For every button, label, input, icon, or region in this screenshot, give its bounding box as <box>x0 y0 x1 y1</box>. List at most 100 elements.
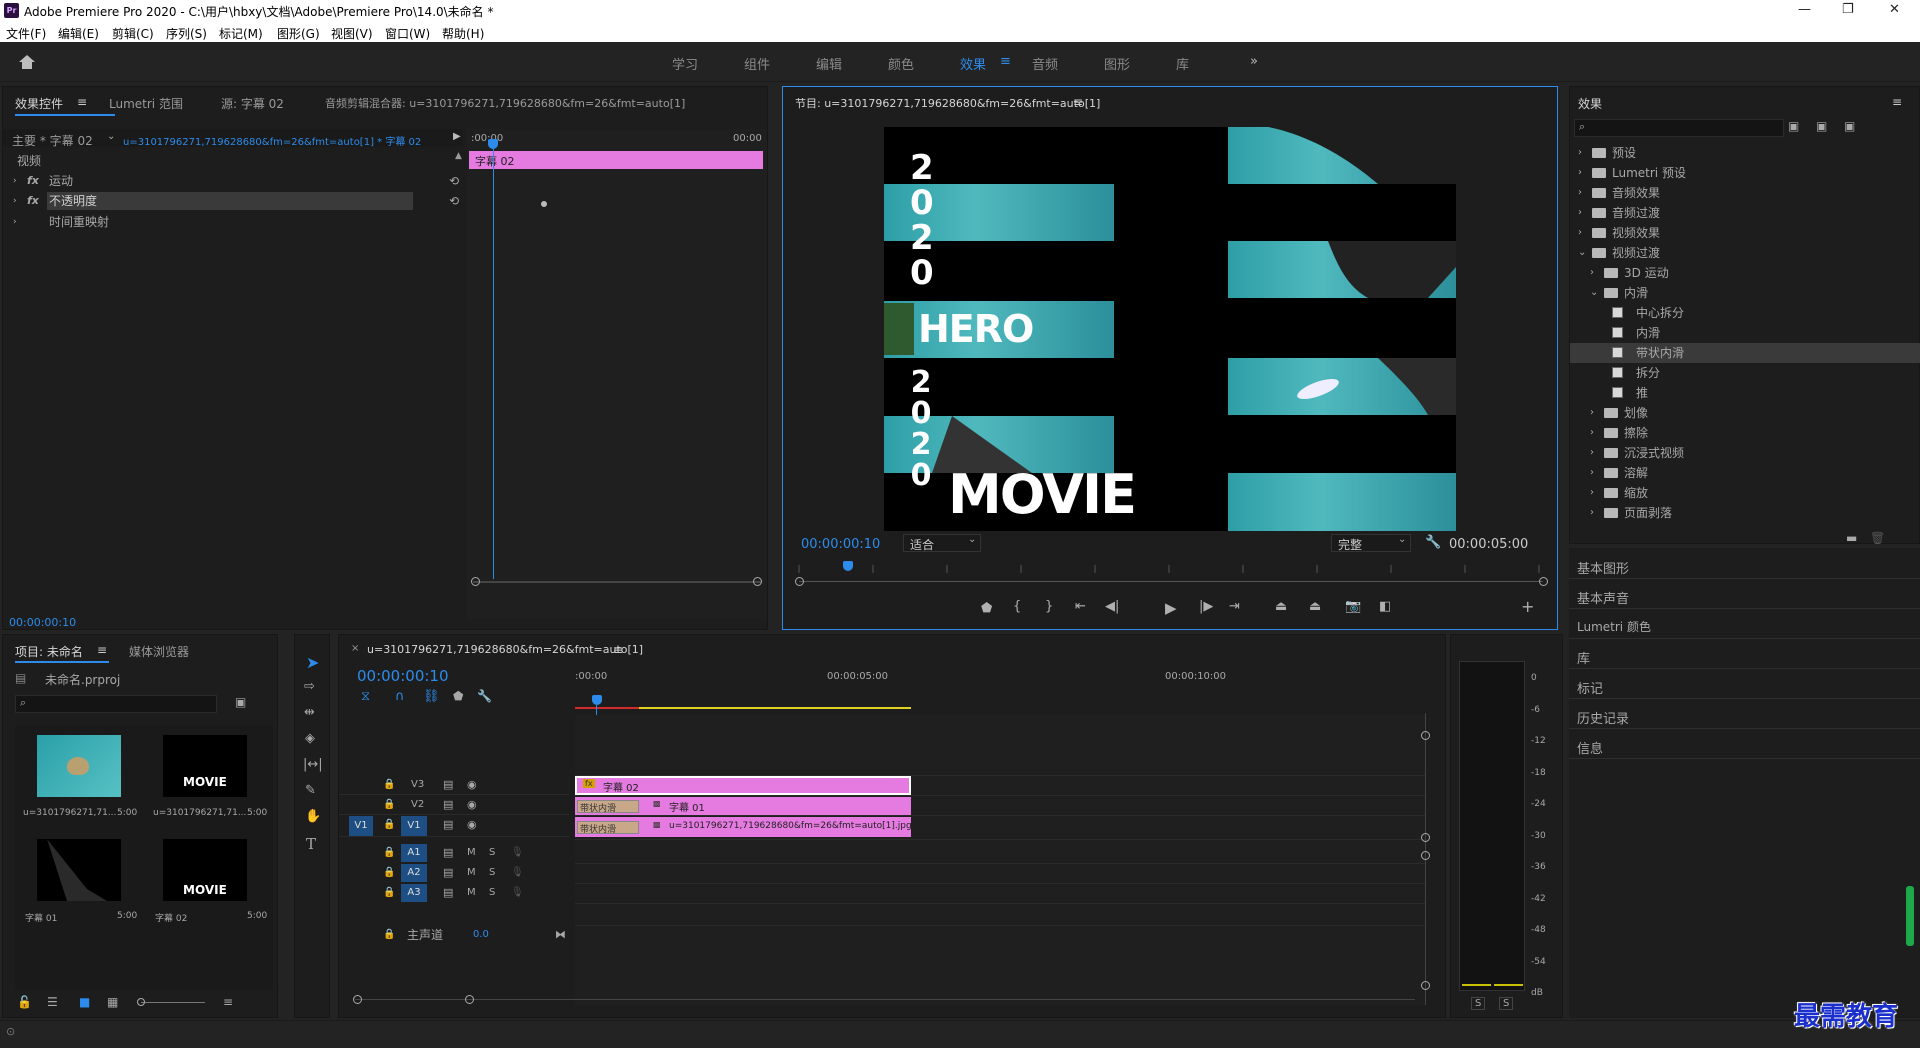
slip-tool-icon[interactable]: |↔| <box>303 757 323 772</box>
chevron-right-icon[interactable]: › <box>1590 503 1594 523</box>
chevron-right-icon[interactable]: › <box>1590 483 1594 503</box>
hand-tool-icon[interactable]: ✋ <box>305 809 321 824</box>
add-marker-icon[interactable]: ⬟ <box>981 601 992 616</box>
track-area[interactable]: fx 字幕 02 带状内滑 ▩ 字幕 01 带状内滑 ▩ u=310179627… <box>575 715 1425 1007</box>
effect-timecode[interactable]: 00:00:00:10 <box>9 616 76 629</box>
chevron-right-icon[interactable]: › <box>1578 183 1582 203</box>
ripple-edit-tool-icon[interactable]: ⇹ <box>304 705 315 720</box>
comparison-view-icon[interactable]: ◧ <box>1379 599 1391 614</box>
expand-icon[interactable]: › <box>13 171 17 191</box>
horizontal-scrollbar[interactable] <box>355 999 1415 1000</box>
workspace-editing[interactable]: 编辑 <box>816 54 842 73</box>
chevron-right-icon[interactable]: › <box>1590 263 1594 283</box>
snap-icon[interactable]: ∩ <box>395 689 405 704</box>
timeline-settings-icon[interactable]: 🔧 <box>477 689 492 703</box>
zoom-slider-handle[interactable] <box>137 998 145 1006</box>
effects-tree-item[interactable]: 推 <box>1570 383 1920 403</box>
home-icon[interactable] <box>18 54 36 70</box>
play-icon[interactable]: ▶ <box>1165 599 1177 617</box>
effects-tree-item[interactable]: › 音频效果 <box>1570 183 1920 203</box>
tab-effect-controls[interactable]: 效果控件 <box>15 95 63 112</box>
sequence-clip-label[interactable]: u=3101796271,719628680&fm=26&fmt=auto[1]… <box>123 133 421 148</box>
track-label[interactable]: V3 <box>411 775 424 795</box>
yuv-effects-icon[interactable]: ▣ <box>1844 119 1855 133</box>
zoom-handle-left[interactable] <box>795 577 804 586</box>
workspace-learn[interactable]: 学习 <box>672 54 698 73</box>
menu-file[interactable]: 文件(F) <box>6 25 46 42</box>
effects-tree-item[interactable]: 带状内滑 <box>1570 343 1920 363</box>
timeline-playhead[interactable] <box>592 695 602 705</box>
track-target-v1[interactable]: V1 <box>401 816 427 836</box>
eye-icon[interactable]: ◉ <box>467 775 477 795</box>
panel-menu-icon[interactable]: ≡ <box>77 95 87 109</box>
sync-lock-icon[interactable]: ▤ <box>443 775 453 795</box>
program-playhead[interactable] <box>843 561 853 571</box>
scroll-handle[interactable] <box>1421 851 1430 860</box>
menu-marker[interactable]: 标记(M) <box>219 25 263 42</box>
effects-tree-item[interactable]: › 音频过渡 <box>1570 203 1920 223</box>
effects-search-input[interactable]: ⌕ <box>1574 119 1784 137</box>
master-clip-label[interactable]: 主要 * 字幕 02 <box>12 132 93 149</box>
panel-lumetri-color[interactable]: Lumetri 颜色 <box>1577 618 1651 635</box>
lock-icon[interactable]: 🔒 <box>383 795 395 815</box>
mic-icon[interactable]: 🎙 <box>511 843 524 863</box>
sync-lock-icon[interactable]: ▤ <box>443 843 453 863</box>
zoom-handle-right[interactable] <box>1539 577 1548 586</box>
close-button[interactable]: ✕ <box>1889 2 1900 17</box>
panel-menu-icon[interactable]: ≡ <box>1892 95 1902 109</box>
chevron-right-icon[interactable]: › <box>1578 203 1582 223</box>
mute-button[interactable]: M <box>467 883 476 903</box>
menu-edit[interactable]: 编辑(E) <box>58 25 99 42</box>
step-back-icon[interactable]: ◀| <box>1105 599 1119 614</box>
reset-icon[interactable]: ⟲ <box>449 191 459 211</box>
quality-dropdown[interactable]: 完整 ⌄ <box>1331 534 1411 552</box>
mic-icon[interactable]: 🎙 <box>511 883 524 903</box>
thumbnail-sequence[interactable]: MOVIE <box>163 735 247 797</box>
master-volume-value[interactable]: 0.0 <box>473 925 489 945</box>
scroll-handle[interactable] <box>1421 981 1430 990</box>
workspace-menu-icon[interactable]: ≡ <box>1000 54 1011 69</box>
panel-history[interactable]: 历史记录 <box>1577 708 1629 727</box>
zoom-handle-right[interactable] <box>753 577 762 586</box>
property-row-opacity[interactable]: › fx 不透明度 ⟲ <box>3 191 463 211</box>
panel-menu-icon[interactable]: ≡ <box>1073 95 1083 109</box>
effects-tree-item[interactable]: 中心拆分 <box>1570 303 1920 323</box>
property-row-time-remap[interactable]: › 时间重映射 <box>3 212 463 232</box>
sort-icon[interactable]: ≡ <box>223 995 233 1009</box>
zoom-slider[interactable] <box>141 1002 205 1003</box>
chevron-right-icon[interactable]: › <box>1590 463 1594 483</box>
transition-v1[interactable]: 带状内滑 <box>577 821 639 835</box>
zoom-handle-left[interactable] <box>471 577 480 586</box>
lock-icon[interactable]: 🔒 <box>383 843 395 863</box>
track-target-a2[interactable]: A2 <box>401 864 427 882</box>
effects-tree-item[interactable]: › 缩放 <box>1570 483 1920 503</box>
32bit-effects-icon[interactable]: ▣ <box>1816 119 1827 133</box>
expand-arrow-icon[interactable]: ▶ <box>453 131 461 142</box>
fit-dropdown[interactable]: 适合 ⌄ <box>903 534 981 552</box>
master-link-icon[interactable]: ⧓ <box>555 925 566 945</box>
effects-tree-item[interactable]: › 擦除 <box>1570 423 1920 443</box>
lift-icon[interactable]: ⏏ <box>1275 599 1287 614</box>
minimize-button[interactable]: — <box>1798 2 1811 17</box>
lock-icon[interactable]: 🔒 <box>383 925 395 945</box>
sync-lock-icon[interactable]: ▤ <box>443 863 453 883</box>
sync-lock-icon[interactable]: ▤ <box>443 883 453 903</box>
list-view-icon[interactable]: ☰ <box>47 995 58 1009</box>
timeline-ruler[interactable]: :00:00 00:00:05:00 00:00:10:00 <box>575 665 1425 709</box>
tab-audio-mixer[interactable]: 音频剪辑混合器: u=3101796271,719628680&fm=26&fm… <box>325 95 685 111</box>
chevron-down-icon[interactable]: ⌄ <box>1590 283 1598 303</box>
panel-menu-icon[interactable]: ≡ <box>97 643 107 657</box>
maximize-button[interactable]: ❐ <box>1842 2 1854 17</box>
reset-icon[interactable]: ⟲ <box>449 171 459 191</box>
effects-tree-item[interactable]: 拆分 <box>1570 363 1920 383</box>
solo-button[interactable]: S <box>489 843 495 863</box>
effects-tree-item[interactable]: ⌄ 视频过渡 <box>1570 243 1920 263</box>
mute-button[interactable]: M <box>467 863 476 883</box>
tab-media-browser[interactable]: 媒体浏览器 <box>129 643 189 660</box>
workspace-graphics[interactable]: 图形 <box>1104 54 1130 73</box>
zoom-scrollbar[interactable] <box>799 581 1543 582</box>
eye-icon[interactable]: ◉ <box>467 815 477 835</box>
clip-v2[interactable]: 带状内滑 ▩ 字幕 01 <box>575 797 911 815</box>
workspace-effects[interactable]: 效果 <box>960 54 986 73</box>
new-folder-icon[interactable]: ▬ <box>1846 531 1857 545</box>
